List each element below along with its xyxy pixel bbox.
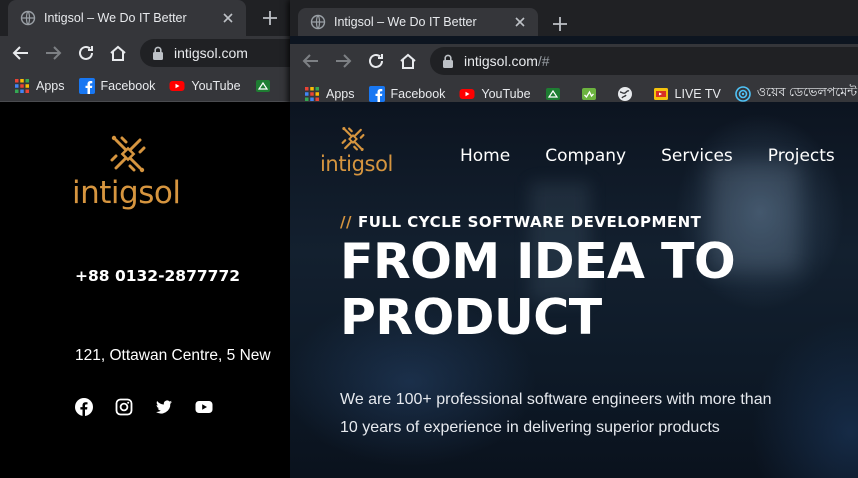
globe-icon [310, 14, 326, 30]
twitter-link[interactable] [155, 398, 173, 416]
hero-eyebrow: // FULL CYCLE SOFTWARE DEVELOPMENT [340, 213, 701, 231]
bookmark-site-c[interactable] [617, 86, 639, 102]
bookmark-label: LIVE TV [674, 86, 721, 101]
apps-grid-icon [15, 78, 29, 93]
description-line-2: 10 years of experience in delivering sup… [340, 419, 720, 436]
instagram-link[interactable] [115, 398, 133, 416]
bookmark-youtube[interactable]: YouTube [459, 86, 531, 102]
bookmark-label: Facebook [100, 78, 156, 93]
bookmark-label: Facebook [390, 86, 446, 101]
youtube-icon [169, 80, 185, 91]
facebook-icon [75, 398, 93, 416]
site-logo[interactable]: intigsol [72, 134, 184, 212]
back-icon[interactable] [10, 42, 32, 64]
target-site-icon [735, 85, 751, 102]
description-line-1: We are 100+ professional software engine… [340, 391, 772, 408]
lime-site-icon [581, 87, 596, 100]
reload-icon[interactable] [365, 50, 387, 72]
new-tab-icon[interactable] [260, 8, 280, 28]
bookmark-live-tv[interactable]: LIVE TV [653, 86, 721, 102]
new-tab-icon[interactable] [550, 14, 570, 34]
headline-line-2: PRODUCT [340, 289, 602, 346]
bookmark-web-development[interactable]: ওয়েব ডেভেলপমেন্ট... [735, 84, 858, 104]
close-tab-icon[interactable] [220, 10, 236, 26]
bookmarks-bar: Apps Facebook YouTube [0, 70, 290, 102]
bookmark-label: ওয়েব ডেভেলপমেন্ট... [756, 84, 858, 99]
live-tv-icon [653, 87, 668, 100]
bookmark-site[interactable] [255, 78, 277, 94]
tab-title: Intigsol – We Do IT Better [44, 11, 187, 25]
browser-window-right: Intigsol – We Do IT Better intigsol.com/… [290, 0, 858, 478]
url-domain: intigsol.com [464, 53, 538, 69]
bookmark-facebook[interactable]: Facebook [78, 77, 156, 94]
nav-company[interactable]: Company [545, 146, 626, 166]
bookmark-label: Apps [326, 86, 355, 101]
forward-icon[interactable] [42, 42, 64, 64]
tab-strip: Intigsol – We Do IT Better [0, 0, 290, 36]
bookmark-apps[interactable]: Apps [304, 86, 355, 102]
hero-headline: FROM IDEA TO PRODUCT [340, 233, 736, 346]
reload-icon[interactable] [75, 42, 97, 64]
url-path: /# [537, 53, 550, 69]
bookmark-label: YouTube [481, 86, 531, 101]
bookmark-apps[interactable]: Apps [14, 78, 65, 94]
forward-icon[interactable] [332, 50, 354, 72]
globe-icon [20, 10, 36, 26]
bookmark-label: YouTube [191, 78, 241, 93]
back-icon[interactable] [300, 50, 322, 72]
browser-tab[interactable]: Intigsol – We Do IT Better [8, 0, 246, 36]
logo-text: intigsol [320, 152, 393, 176]
main-nav: Home Company Services Projects [460, 146, 858, 166]
bookmark-youtube[interactable]: YouTube [169, 78, 241, 94]
tab-strip: Intigsol – We Do IT Better [290, 0, 858, 36]
green-site-icon [255, 79, 270, 92]
browser-window-left: Intigsol – We Do IT Better intigsol.com … [0, 0, 290, 478]
green-site-icon [545, 87, 560, 100]
address-bar[interactable]: intigsol.com/# [430, 47, 858, 75]
address-bar[interactable]: intigsol.com [140, 39, 290, 67]
lock-icon [443, 54, 453, 68]
apps-grid-icon [305, 86, 319, 101]
phone-number[interactable]: +88 0132-2877772 [75, 267, 240, 285]
tab-title: Intigsol – We Do IT Better [334, 15, 477, 29]
twitter-icon [156, 400, 172, 414]
headline-line-1: FROM IDEA TO [340, 233, 736, 290]
youtube-icon [459, 88, 475, 99]
facebook-link[interactable] [75, 398, 93, 416]
youtube-icon [195, 401, 213, 413]
logo-text: intigsol [72, 175, 181, 211]
facebook-icon [368, 85, 385, 102]
bookmark-site-a[interactable] [545, 86, 567, 102]
bookmark-facebook[interactable]: Facebook [368, 85, 446, 102]
globe-icon [617, 86, 632, 101]
youtube-link[interactable] [195, 398, 213, 416]
toolbar: intigsol.com [0, 36, 290, 70]
home-icon[interactable] [107, 42, 129, 64]
hero-description: We are 100+ professional software engine… [340, 386, 772, 442]
close-tab-icon[interactable] [512, 14, 528, 30]
nav-home[interactable]: Home [460, 146, 510, 166]
bookmark-site-b[interactable] [581, 86, 603, 102]
intigsol-logo-mark-icon [341, 127, 365, 151]
url-text: intigsol.com/# [464, 53, 550, 69]
facebook-icon [78, 77, 95, 94]
nav-services[interactable]: Services [661, 146, 733, 166]
bookmark-label: Apps [36, 78, 65, 93]
intigsol-logo-mark-icon [110, 135, 146, 173]
nav-projects[interactable]: Projects [768, 146, 835, 166]
eyebrow-slashes: // [340, 213, 352, 231]
hero-section: intigsol Home Company Services Projects … [290, 102, 858, 478]
instagram-icon [115, 398, 133, 416]
browser-tab[interactable]: Intigsol – We Do IT Better [298, 8, 538, 36]
url-text: intigsol.com [174, 45, 248, 61]
social-links [75, 398, 235, 416]
home-icon[interactable] [397, 50, 419, 72]
eyebrow-text: FULL CYCLE SOFTWARE DEVELOPMENT [357, 213, 702, 231]
address-text: 121, Ottawan Centre, 5 New [75, 347, 271, 364]
site-logo[interactable]: intigsol [320, 126, 400, 176]
toolbar: intigsol.com/# [290, 44, 858, 78]
lock-icon [153, 46, 163, 60]
